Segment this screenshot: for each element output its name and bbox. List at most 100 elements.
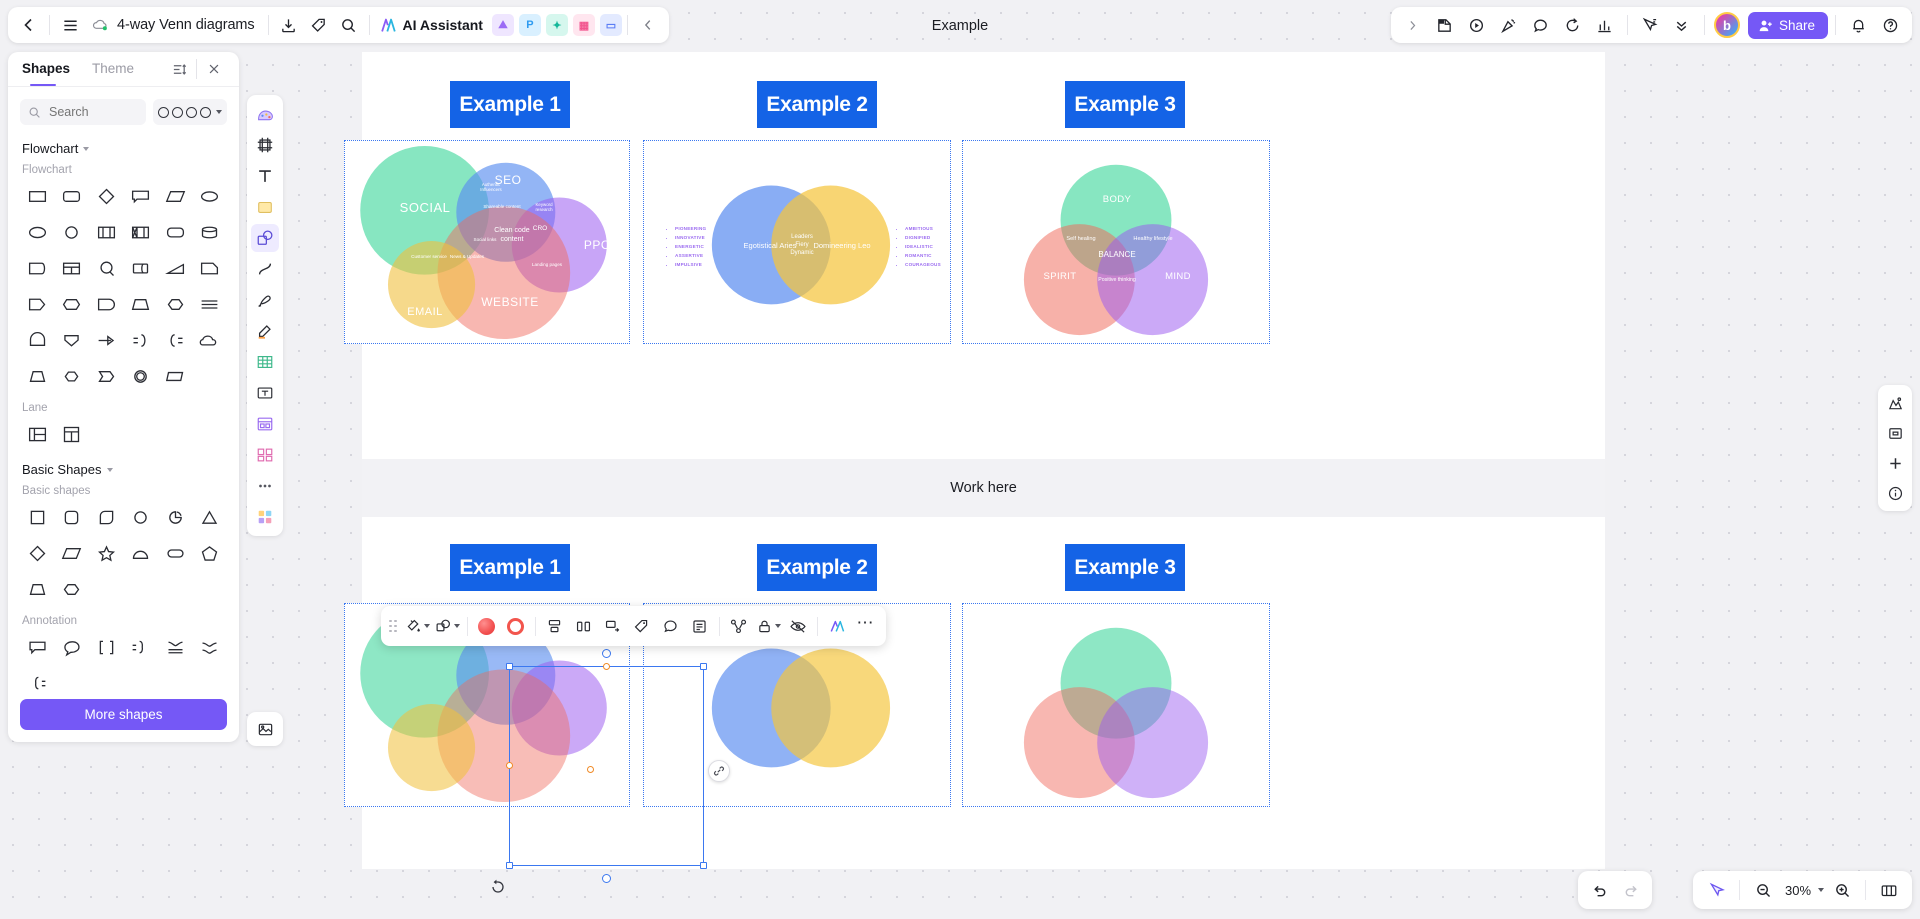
zoom-bar[interactable]: 30% xyxy=(1693,871,1912,909)
tab-theme[interactable]: Theme xyxy=(92,61,134,78)
shape-pentagon[interactable] xyxy=(193,535,228,571)
tool-text-box[interactable] xyxy=(251,379,279,407)
cursor-select-icon[interactable] xyxy=(1701,875,1731,905)
shape-rounded-square[interactable] xyxy=(55,499,90,535)
vote-chart-icon[interactable] xyxy=(1590,10,1620,40)
shape-hatched-bars-box[interactable] xyxy=(124,214,159,250)
shape-split-table[interactable] xyxy=(55,250,90,286)
shape-leaf-square[interactable] xyxy=(89,499,124,535)
adjust-handle-top[interactable] xyxy=(602,663,610,670)
pages-panel-icon[interactable] xyxy=(1874,875,1904,905)
tool-pen[interactable] xyxy=(251,286,279,314)
tool-image-upload[interactable] xyxy=(251,715,279,743)
redo-icon[interactable] xyxy=(1616,875,1646,905)
border-color-swatch[interactable] xyxy=(502,612,530,640)
fit-screen-icon[interactable] xyxy=(1881,419,1909,447)
resize-handle-top-right[interactable] xyxy=(700,663,707,670)
shape-shield[interactable] xyxy=(55,322,90,358)
shape-link-badge[interactable] xyxy=(708,760,730,782)
document-title[interactable]: 4-way Venn diagrams xyxy=(115,17,263,33)
shape-lane-horizontal[interactable] xyxy=(20,416,55,452)
back-icon[interactable] xyxy=(14,10,44,40)
shape-ellipse[interactable] xyxy=(20,214,55,250)
distribute-button[interactable] xyxy=(570,612,598,640)
shape-group-basic-shapes[interactable]: Basic Shapes xyxy=(22,462,227,477)
adjust-handle-left[interactable] xyxy=(506,762,513,769)
mindmap-app[interactable]: ✦ xyxy=(545,14,568,36)
resize-handle-bottom-right[interactable] xyxy=(700,862,707,869)
example-3-top-frame[interactable]: BODY SPIRIT MIND Self healing Healthy li… xyxy=(962,140,1270,344)
fill-style-button[interactable] xyxy=(403,612,432,640)
search-input[interactable] xyxy=(47,104,138,120)
tool-sticky-note[interactable] xyxy=(251,193,279,221)
shape-diamond[interactable] xyxy=(89,178,124,214)
minimap-toggle-icon[interactable] xyxy=(1881,389,1909,417)
avatar[interactable]: b xyxy=(1713,12,1740,38)
shape-hexagon[interactable] xyxy=(55,571,90,607)
zoom-in-icon[interactable] xyxy=(1881,449,1909,477)
shape-brace-horizontal-2[interactable] xyxy=(193,629,228,665)
zoom-out-icon[interactable] xyxy=(1748,875,1778,905)
download-icon[interactable] xyxy=(274,10,304,40)
more-options-button[interactable]: ⋯ xyxy=(852,612,880,640)
shape-arrow-pentagon[interactable] xyxy=(89,358,124,394)
tool-library[interactable] xyxy=(251,503,279,531)
zoom-in-icon[interactable] xyxy=(1827,875,1857,905)
connector-style-button[interactable] xyxy=(599,612,627,640)
shape-trapezoid[interactable] xyxy=(20,358,55,394)
hamburger-menu-icon[interactable] xyxy=(55,10,85,40)
timer-icon[interactable] xyxy=(1558,10,1588,40)
group-button[interactable] xyxy=(725,612,753,640)
ai-button[interactable] xyxy=(823,612,851,640)
shape-trapezoid[interactable] xyxy=(20,571,55,607)
example-2-top-title-shape[interactable]: Example 2 xyxy=(757,81,877,128)
work-here-band[interactable]: Work here xyxy=(362,459,1605,517)
collapse-apps-icon[interactable] xyxy=(633,10,663,40)
undo-redo-bar[interactable] xyxy=(1578,871,1652,909)
connector-handle-bottom[interactable] xyxy=(602,874,611,883)
shapes-search-row[interactable] xyxy=(8,87,239,131)
lock-button[interactable] xyxy=(754,612,783,640)
shape-trapezoid-right[interactable] xyxy=(158,250,193,286)
shape-brace-right-eq[interactable] xyxy=(20,665,55,691)
example-3-top-title-shape[interactable]: Example 3 xyxy=(1065,81,1185,128)
tool-rail-bottom[interactable] xyxy=(247,712,283,746)
shape-parallelogram[interactable] xyxy=(55,535,90,571)
canvas-tool-rail[interactable] xyxy=(247,95,283,536)
shapes-scroll-area[interactable]: Flowchart Flowchart Lane Basic Shapes Basic … xyxy=(8,131,239,691)
fill-color-swatch[interactable] xyxy=(473,612,501,640)
shape-diamond[interactable] xyxy=(20,535,55,571)
share-button[interactable]: Share xyxy=(1747,11,1828,39)
tool-shapes[interactable] xyxy=(251,224,279,252)
tab-shapes[interactable]: Shapes xyxy=(22,61,70,78)
shape-circle-q[interactable] xyxy=(89,250,124,286)
undo-icon[interactable] xyxy=(1584,875,1614,905)
shape-brace-left-eq[interactable] xyxy=(124,629,159,665)
search-icon[interactable] xyxy=(334,10,364,40)
chevron-down-icon[interactable] xyxy=(83,146,90,151)
info-icon[interactable] xyxy=(1881,479,1909,507)
question-circle-icon[interactable] xyxy=(1875,10,1905,40)
shape-rounded-rectangle[interactable] xyxy=(55,178,90,214)
shape-pie-slice[interactable] xyxy=(158,499,193,535)
comment-bubble-icon[interactable] xyxy=(1526,10,1556,40)
shape-square[interactable] xyxy=(20,499,55,535)
presentation-app[interactable]: P xyxy=(518,14,541,36)
shape-selection-box[interactable] xyxy=(506,649,707,883)
shape-rounded-tab[interactable] xyxy=(89,286,124,322)
presenter-cursor-icon[interactable] xyxy=(1635,10,1665,40)
shape-flag-left[interactable] xyxy=(20,250,55,286)
shape-circle[interactable] xyxy=(124,499,159,535)
adjust-handle-center[interactable] xyxy=(587,766,595,773)
table-app[interactable]: ▦ xyxy=(572,14,595,36)
shape-oval[interactable] xyxy=(193,178,228,214)
shape-format-toolbar[interactable]: ⋯ xyxy=(381,606,886,646)
example-1-bottom-title-shape[interactable]: Example 1 xyxy=(450,544,570,591)
comment-button[interactable] xyxy=(657,612,685,640)
ai-assistant-button[interactable]: AI Assistant xyxy=(375,17,489,34)
example-2-bottom-title-shape[interactable]: Example 2 xyxy=(757,544,877,591)
play-record-icon[interactable] xyxy=(1462,10,1492,40)
top-toolbar-right[interactable]: b Share xyxy=(1390,7,1912,43)
example-1-top-title-shape[interactable]: Example 1 xyxy=(450,81,570,128)
shape-brace-horizontal[interactable] xyxy=(158,629,193,665)
